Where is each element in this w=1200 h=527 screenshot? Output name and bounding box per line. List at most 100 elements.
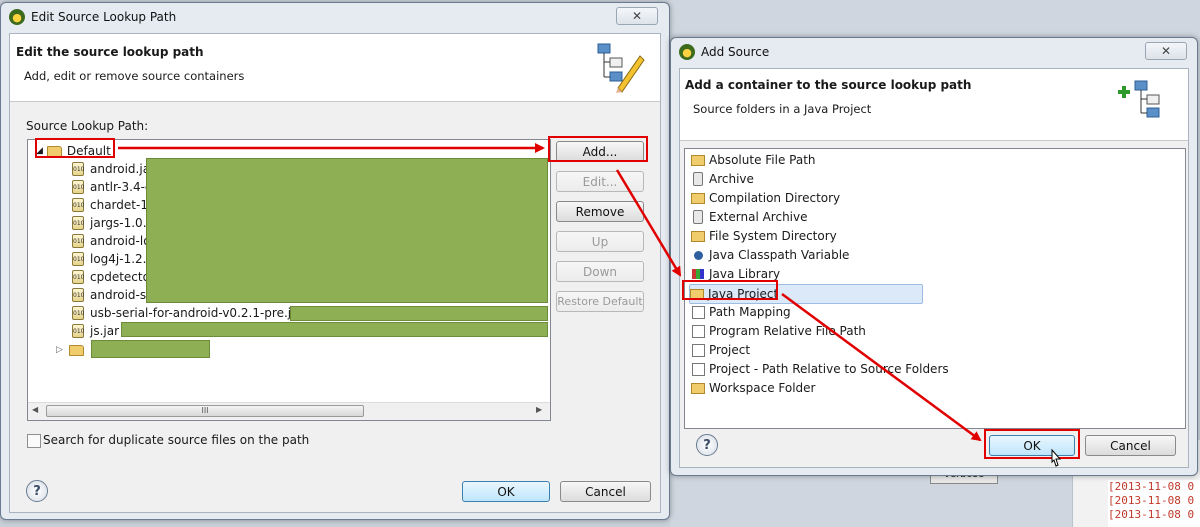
jar-icon: 010 [72, 252, 84, 266]
list-item-compilation-directory[interactable]: Compilation Directory [691, 189, 840, 207]
up-button[interactable]: Up [556, 231, 644, 252]
tree-item[interactable]: 010 antlr-3.4-c [72, 178, 152, 196]
redacted-region [121, 322, 548, 337]
edit-dialog-titlebar: ● Edit Source Lookup Path [1, 3, 669, 31]
tree-item-label: usb-serial-for-android-v0.2.1-pre.jar - [90, 306, 312, 320]
highlight-ok-button [984, 429, 1080, 459]
list-item-absolute-file-path[interactable]: Absolute File Path [691, 151, 816, 169]
highlight-default-root [35, 138, 115, 158]
add-source-dialog: ● Add Source ✕ Add a container to the so… [670, 37, 1198, 476]
folder-icon [691, 229, 705, 243]
cancel-button[interactable]: Cancel [560, 481, 651, 502]
list-item-archive[interactable]: Archive [691, 170, 754, 188]
list-item-label: File System Directory [709, 229, 837, 243]
jar-icon: 010 [72, 180, 84, 194]
path-mapping-icon [691, 305, 705, 319]
list-item-project[interactable]: Project [691, 341, 750, 359]
add-container-icon [1118, 80, 1160, 118]
list-item-workspace-folder[interactable]: Workspace Folder [691, 379, 816, 397]
restore-default-button[interactable]: Restore Default [556, 291, 644, 312]
scroll-left-icon[interactable]: ◀ [32, 405, 38, 414]
remove-button[interactable]: Remove [556, 201, 644, 222]
tree-item[interactable]: 010 jargs-1.0.ja [72, 214, 157, 232]
edit-button[interactable]: Edit... [556, 171, 644, 192]
source-lookup-tree[interactable]: ◢ Default 010 android.jar 010 antlr-3.4-c … [27, 139, 551, 421]
list-item-label: Path Mapping [709, 305, 791, 319]
add-dialog-header: Add a container to the source lookup pat… [680, 69, 1188, 141]
list-item-label: External Archive [709, 210, 808, 224]
horizontal-scrollbar[interactable]: ◀ III ▶ [28, 402, 550, 420]
jar-icon: 010 [72, 234, 84, 248]
header-subtitle: Source folders in a Java Project [693, 102, 872, 116]
archive-icon [691, 210, 705, 224]
ok-button[interactable]: OK [462, 481, 550, 502]
list-item-program-relative-file-path[interactable]: Program Relative File Path [691, 322, 866, 340]
list-item-label: Workspace Folder [709, 381, 816, 395]
project-icon [691, 343, 705, 357]
expand-arrow-icon[interactable]: ▷ [56, 345, 63, 355]
jar-icon: 010 [72, 270, 84, 284]
tree-item[interactable]: 010 android.jar [72, 160, 155, 178]
highlight-add-button [548, 136, 648, 162]
list-item-file-system-directory[interactable]: File System Directory [691, 227, 837, 245]
tree-item-label: android-su [90, 288, 154, 302]
header-title: Edit the source lookup path [16, 45, 204, 59]
log-line: [2013-11-08 0 [1108, 508, 1195, 521]
duplicate-search-label[interactable]: Search for duplicate source files on the… [43, 433, 309, 447]
help-icon[interactable]: ? [696, 434, 718, 456]
archive-icon [691, 172, 705, 186]
list-item-label: Compilation Directory [709, 191, 841, 205]
list-item-path-mapping[interactable]: Path Mapping [691, 303, 791, 321]
cancel-button[interactable]: Cancel [1085, 435, 1176, 456]
jar-icon: 010 [72, 216, 84, 230]
list-item-label: Archive [709, 172, 754, 186]
tree-item[interactable]: 010 cpdetector [72, 268, 155, 286]
jar-icon: 010 [72, 288, 84, 302]
mouse-cursor-icon [1051, 448, 1062, 467]
help-icon[interactable]: ? [26, 480, 48, 502]
list-item-external-archive[interactable]: External Archive [691, 208, 808, 226]
redacted-region [91, 340, 210, 358]
log-line: [2013-11-08 0 [1108, 494, 1195, 507]
scroll-right-icon[interactable]: ▶ [536, 405, 542, 414]
folder-icon [691, 153, 705, 167]
project-icon [691, 362, 705, 376]
tree-item[interactable]: 010 log4j-1.2.1 [72, 250, 154, 268]
source-lookup-path-label: Source Lookup Path: [26, 119, 149, 133]
project-folder-icon [68, 344, 84, 356]
list-item-label: Project - Path Relative to Source Folder… [709, 362, 949, 376]
eclipse-icon: ● [9, 9, 25, 25]
tree-item-label: android-lo [90, 234, 151, 248]
close-button[interactable]: ✕ [616, 7, 658, 25]
close-button[interactable]: ✕ [1145, 42, 1187, 60]
list-item-label: Java Library [709, 267, 781, 281]
log-console: [2013-11-08 0 [2013-11-08 0 [2013-11-08 … [1108, 480, 1200, 527]
tree-item[interactable]: 010 android-lo [72, 232, 151, 250]
log-line: [2013-11-08 0 [1108, 480, 1195, 493]
tree-item[interactable]: 010 android-su [72, 286, 154, 304]
tree-item[interactable]: 010 js.jar - [72, 322, 127, 340]
edit-dialog-body: Edit the source lookup path Add, edit or… [9, 33, 661, 513]
highlight-java-project [682, 280, 778, 300]
down-button[interactable]: Down [556, 261, 644, 282]
header-title: Add a container to the source lookup pat… [685, 78, 972, 92]
tree-item-project[interactable]: ▷ [56, 341, 89, 359]
redacted-region [290, 306, 548, 321]
variable-icon [691, 248, 705, 262]
jar-icon: 010 [72, 324, 84, 338]
add-dialog-titlebar: ● Add Source [671, 38, 1197, 66]
duplicate-search-checkbox[interactable] [27, 434, 41, 448]
edit-source-lookup-dialog: ● Edit Source Lookup Path ✕ Edit the sou… [0, 2, 670, 520]
list-item-label: Java Classpath Variable [709, 248, 850, 262]
tree-item-label: antlr-3.4-c [90, 180, 152, 194]
edit-dialog-header: Edit the source lookup path Add, edit or… [10, 34, 660, 102]
list-item-java-classpath-variable[interactable]: Java Classpath Variable [691, 246, 849, 264]
list-item-label: Absolute File Path [709, 153, 816, 167]
scrollbar-thumb[interactable]: III [46, 405, 364, 417]
jar-icon: 010 [72, 306, 84, 320]
tree-item[interactable]: 010 usb-serial-for-android-v0.2.1-pre.jar… [72, 304, 312, 322]
folder-icon [691, 381, 705, 395]
list-item-label: Program Relative File Path [709, 324, 866, 338]
list-item-project-path-relative[interactable]: Project - Path Relative to Source Folder… [691, 360, 949, 378]
eclipse-icon: ● [679, 44, 695, 60]
